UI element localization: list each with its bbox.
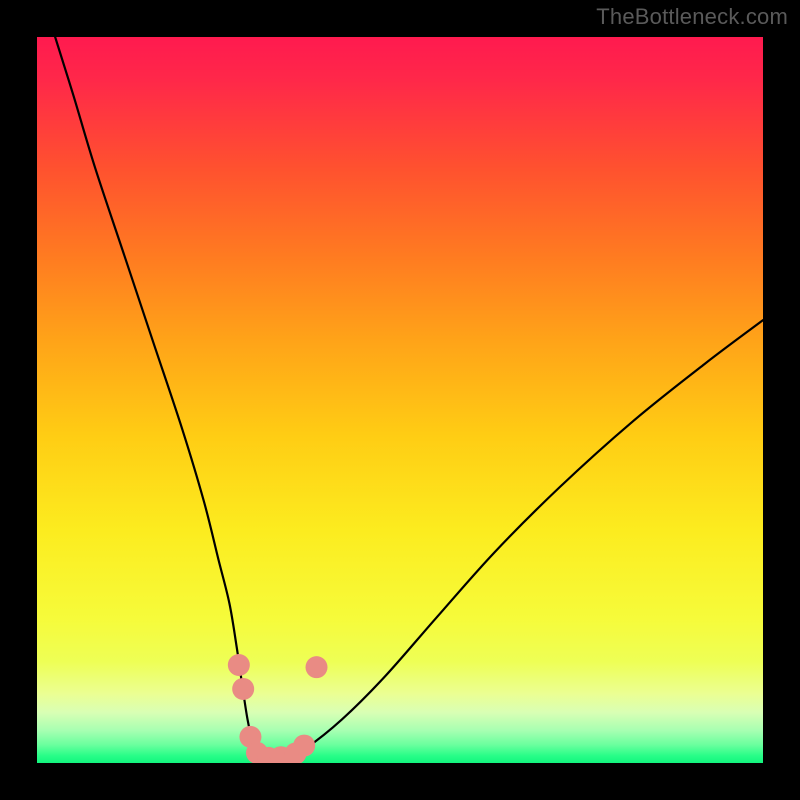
watermark-text: TheBottleneck.com (596, 4, 788, 30)
gradient-rect (37, 37, 763, 763)
gradient-background (37, 37, 763, 763)
chart-frame: TheBottleneck.com (0, 0, 800, 800)
plot-area (37, 37, 763, 763)
